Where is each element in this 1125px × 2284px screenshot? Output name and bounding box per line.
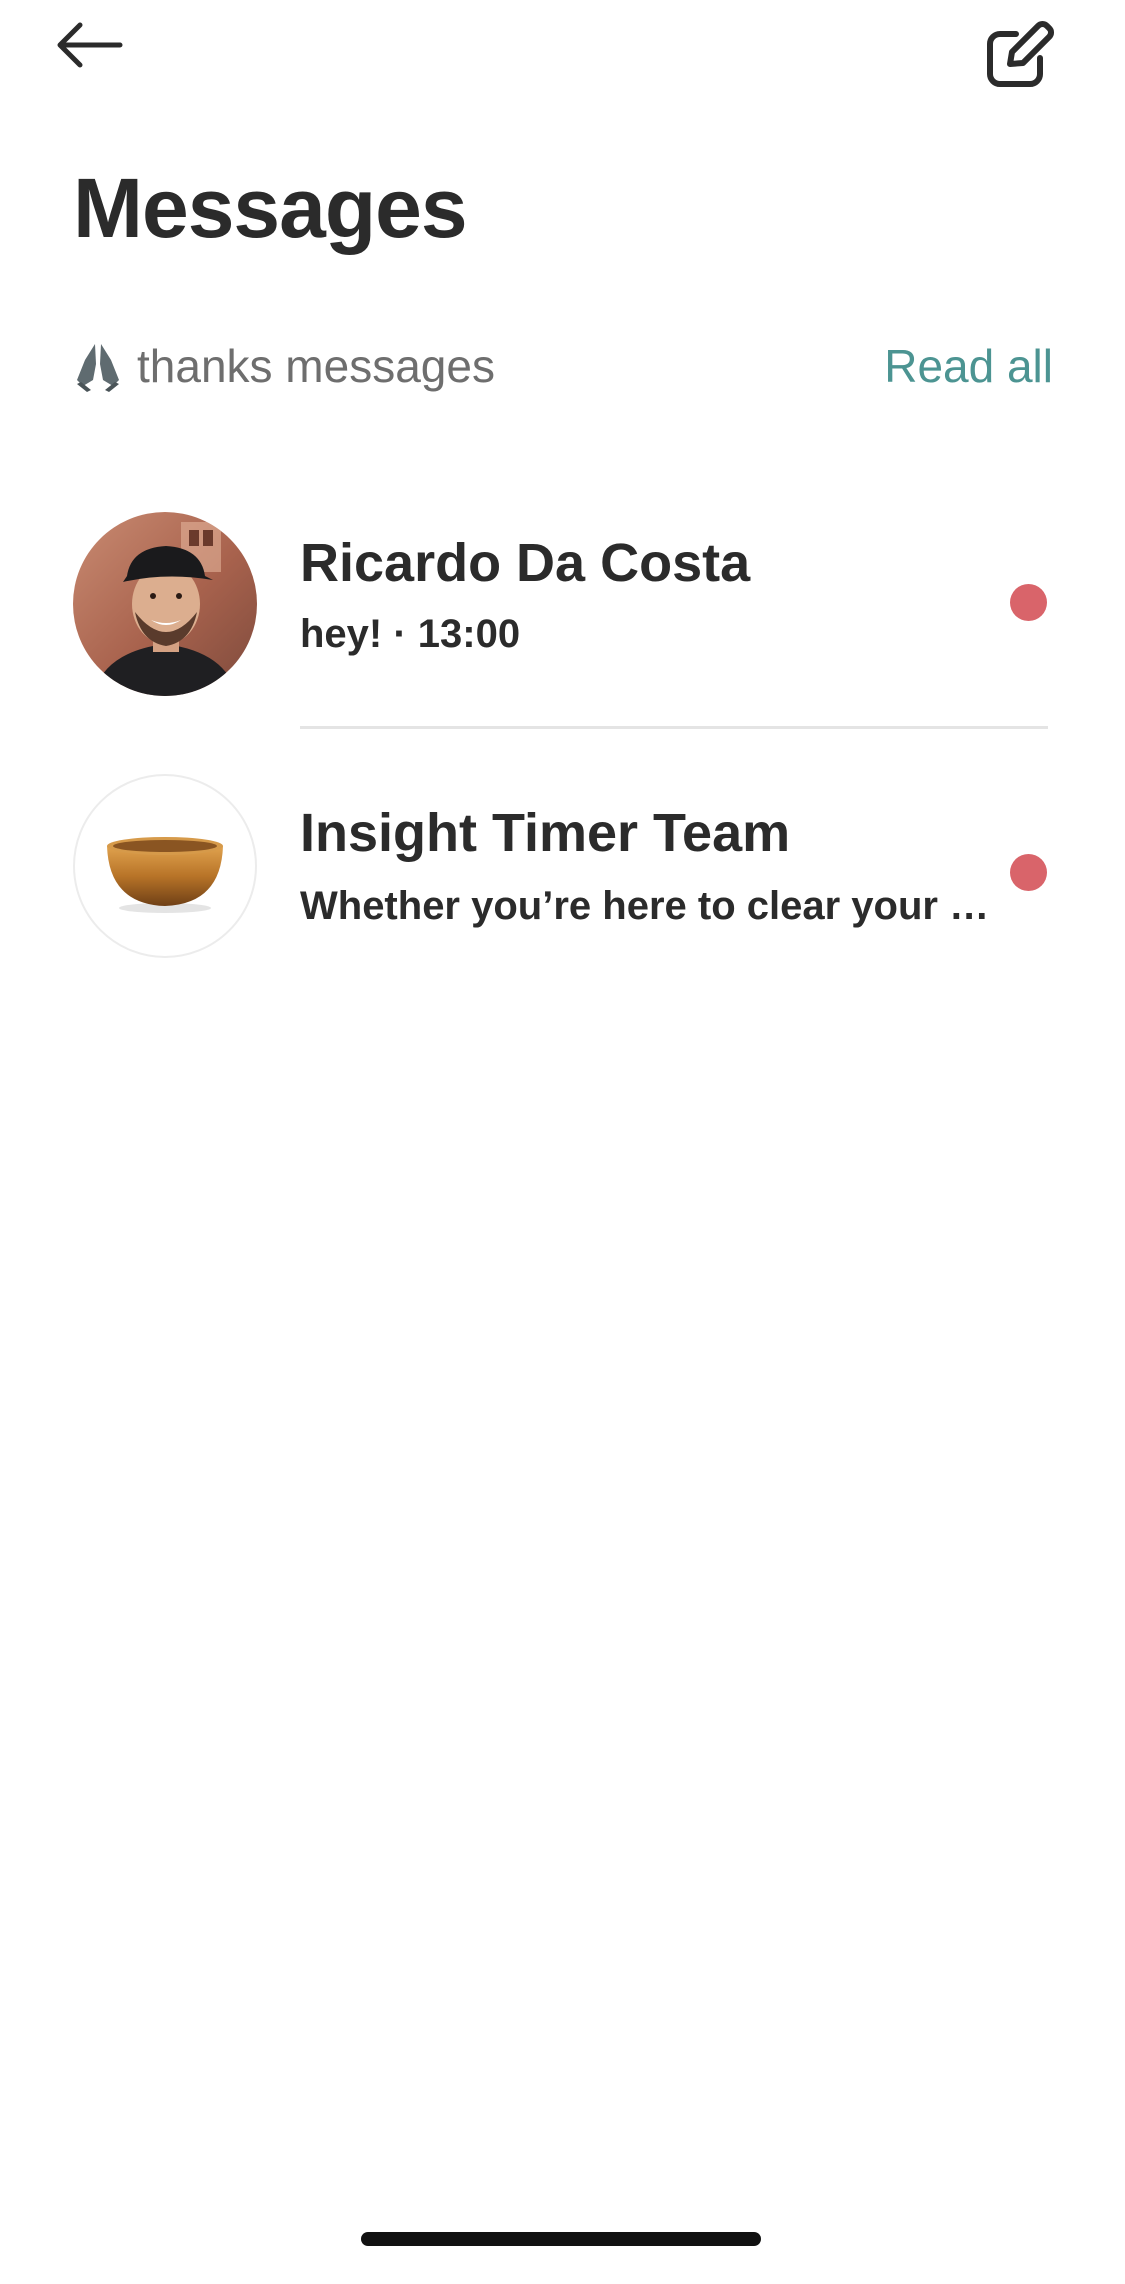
back-button[interactable] [50,14,130,84]
compose-icon [987,21,1054,87]
filter-row: thanks messages Read all [73,330,1053,402]
unread-indicator [1010,854,1047,891]
praying-hands-icon [73,340,123,392]
filter-label: thanks messages [137,340,495,392]
read-all-button[interactable]: Read all [884,330,1053,402]
page-title: Messages [73,161,468,255]
unread-indicator [1010,584,1047,621]
conversation-row[interactable]: Insight Timer Team Whether you’re here t… [0,740,1125,1000]
avatar [73,512,257,696]
conversation-name: Ricardo Da Costa [300,533,751,593]
compose-button[interactable] [978,14,1060,96]
conversation-row[interactable]: Ricardo Da Costa hey! · 13:00 [0,470,1125,730]
top-bar [0,0,1125,110]
avatar [73,774,257,958]
thanks-filter[interactable]: thanks messages [73,330,495,402]
conversation-preview: Whether you’re here to clear your mi... [300,884,1000,928]
messages-screen: Messages thanks messages Read all Ricard… [0,0,1125,2284]
divider [300,726,1048,729]
conversation-name: Insight Timer Team [300,803,791,863]
home-indicator[interactable] [361,2232,761,2246]
conversation-preview: hey! · 13:00 [300,612,521,656]
arrow-left-icon [57,22,123,68]
